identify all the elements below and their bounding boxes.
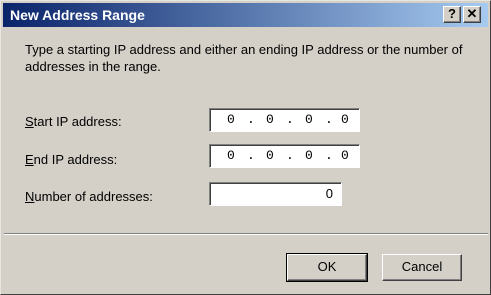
octet-dot: . [247,112,255,127]
new-address-range-dialog: New Address Range ? ✕ Type a starting IP… [0,0,491,295]
instructions-text: Type a starting IP address and either an… [25,42,463,74]
number-label-mnemonic: N [25,189,35,204]
end-ip-octet-4[interactable]: 0 [341,148,349,163]
close-button[interactable]: ✕ [463,6,481,23]
help-button[interactable]: ? [443,6,461,23]
start-ip-octet-4[interactable]: 0 [341,112,349,127]
cancel-button[interactable]: Cancel [382,254,462,281]
number-of-addresses-value: 0 [325,186,333,201]
start-ip-label-text: tart IP address: [33,114,122,129]
octet-dot: . [325,148,333,163]
number-of-addresses-field[interactable]: 0 [209,182,342,206]
octet-dot: . [286,148,294,163]
start-ip-field[interactable]: 0 . 0 . 0 . 0 [209,108,360,132]
number-of-addresses-label: Number of addresses: [25,189,153,204]
octet-dot: . [286,112,294,127]
end-ip-octet-2[interactable]: 0 [266,148,274,163]
separator-line [4,233,488,235]
end-ip-label-mnemonic: E [25,152,34,167]
start-ip-octet-1[interactable]: 0 [227,112,235,127]
number-label-text: umber of addresses: [34,189,153,204]
start-ip-label: Start IP address: [25,114,122,129]
title-bar[interactable]: New Address Range ? ✕ [3,3,488,27]
start-ip-octet-3[interactable]: 0 [305,112,313,127]
ok-button[interactable]: OK [286,253,368,282]
end-ip-octet-3[interactable]: 0 [305,148,313,163]
window-title: New Address Range [10,7,145,23]
start-ip-label-mnemonic: S [25,114,34,129]
octet-dot: . [325,112,333,127]
end-ip-label: End IP address: [25,152,117,167]
end-ip-label-text: nd IP address: [33,152,118,167]
octet-dot: . [247,148,255,163]
start-ip-octet-2[interactable]: 0 [266,112,274,127]
end-ip-octet-1[interactable]: 0 [227,148,235,163]
end-ip-field[interactable]: 0 . 0 . 0 . 0 [209,144,360,168]
